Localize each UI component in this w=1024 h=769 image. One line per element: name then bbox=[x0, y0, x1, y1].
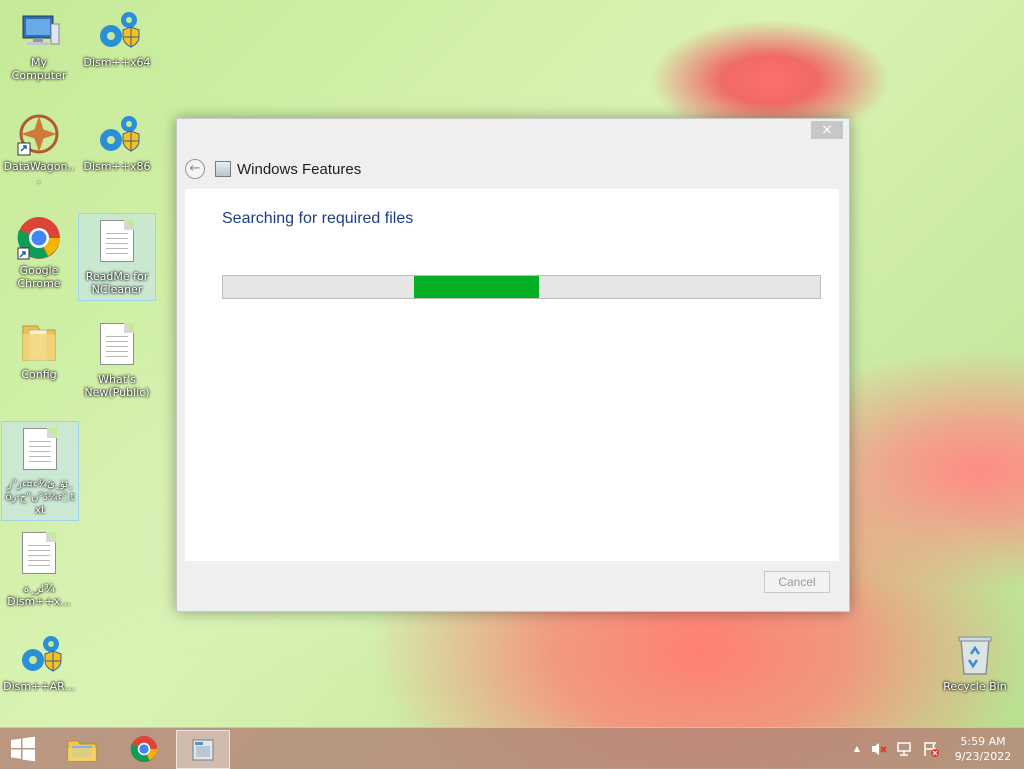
status-message: Searching for required files bbox=[222, 210, 414, 227]
desktop-icon-label: Dism++x64 bbox=[83, 56, 151, 69]
desktop-icon-dism-ar[interactable]: Dism++AR... bbox=[1, 624, 77, 710]
datawagon-icon bbox=[15, 110, 63, 158]
text-file-icon bbox=[16, 428, 64, 476]
start-button[interactable] bbox=[0, 730, 46, 767]
desktop-icon-text-file[interactable]: ئۈ¸ئ¾ء¤ءز°ر¸ôء¼ڈ°ن°ح·ز°ِ.txt bbox=[1, 421, 79, 521]
clock-time: 5:59 AM bbox=[960, 734, 1006, 748]
progress-bar bbox=[222, 275, 821, 299]
text-file-icon bbox=[15, 532, 63, 580]
folder-icon bbox=[15, 318, 63, 366]
desktop-icon-label: What's New(Public) bbox=[84, 373, 150, 399]
gear-shield-icon bbox=[15, 630, 63, 678]
desktop-icon-label: Dism++AR... bbox=[3, 680, 75, 693]
desktop-icon-dism-x86[interactable]: Dism++x86 bbox=[79, 104, 155, 190]
show-hidden-icons-button[interactable]: ▲ bbox=[854, 744, 860, 753]
computer-icon bbox=[15, 6, 63, 54]
desktop-icon-dism-text[interactable]: ئر¸ہ¾ Dism++x... bbox=[1, 526, 77, 612]
windows-features-icon bbox=[215, 161, 231, 177]
system-tray: ▲ 5:59 AM 9/23/2022 bbox=[854, 728, 1024, 769]
desktop-icon-label: Recycle Bin bbox=[943, 680, 1007, 693]
desktop-icon-label: ئر¸ہ¾ Dism++x... bbox=[7, 582, 71, 608]
desktop-icon-google-chrome[interactable]: Google Chrome bbox=[1, 208, 77, 294]
text-file-icon bbox=[93, 323, 141, 371]
gear-shield-icon bbox=[93, 6, 141, 54]
clock-date: 9/23/2022 bbox=[954, 749, 1012, 763]
desktop-icon-label: DataWagon... bbox=[3, 160, 75, 186]
desktop-icon-whats-new[interactable]: What's New(Public) bbox=[79, 317, 155, 403]
desktop-icon-recycle-bin[interactable]: Recycle Bin bbox=[937, 624, 1013, 710]
desktop-icon-label: My Computer bbox=[11, 56, 67, 82]
windows-logo-icon bbox=[11, 736, 35, 761]
dialog-header: ← Windows Features bbox=[185, 157, 841, 181]
desktop-icon-my-computer[interactable]: My Computer bbox=[1, 0, 77, 86]
progress-bar-fill bbox=[414, 276, 540, 298]
recycle-bin-icon bbox=[951, 630, 999, 678]
desktop-icon-label: Dism++x86 bbox=[83, 160, 151, 173]
windows-features-dialog: × ← Windows Features Searching for requi… bbox=[176, 118, 850, 612]
taskbar-google-chrome[interactable] bbox=[118, 730, 170, 767]
taskbar-windows-features[interactable] bbox=[176, 730, 230, 769]
dialog-title: Windows Features bbox=[237, 160, 362, 178]
windows-features-icon bbox=[192, 739, 214, 760]
back-arrow-icon: ← bbox=[189, 161, 201, 176]
network-icon[interactable] bbox=[896, 741, 914, 757]
desktop-icon-label: ئۈ¸ئ¾ء¤ءز°ر¸ôء¼ڈ°ن°ح·ز°ِ.txt bbox=[5, 479, 75, 516]
desktop-icon-config[interactable]: Config bbox=[1, 312, 77, 398]
chrome-icon bbox=[15, 214, 63, 262]
volume-muted-icon[interactable] bbox=[870, 741, 888, 757]
close-button[interactable]: × bbox=[811, 121, 843, 139]
folder-icon bbox=[67, 740, 97, 761]
gear-shield-icon bbox=[93, 110, 141, 158]
taskbar: ▲ 5:59 AM 9/23/2022 bbox=[0, 727, 1024, 769]
action-center-flag-icon[interactable] bbox=[922, 741, 940, 757]
back-button[interactable]: ← bbox=[185, 159, 205, 179]
desktop-icon-label: Config bbox=[21, 368, 57, 381]
text-file-icon bbox=[93, 220, 141, 268]
desktop-icon-label: ReadMe for NCleaner bbox=[85, 270, 149, 296]
desktop-icon-label: Google Chrome bbox=[17, 264, 61, 290]
desktop-icon-dism-x64[interactable]: Dism++x64 bbox=[79, 0, 155, 86]
taskbar-file-explorer[interactable] bbox=[56, 730, 108, 767]
desktop-icon-datawagon[interactable]: DataWagon... bbox=[1, 104, 77, 190]
chrome-icon bbox=[130, 735, 158, 762]
close-icon: × bbox=[821, 122, 833, 138]
desktop-icon-readme-ncleaner[interactable]: ReadMe for NCleaner bbox=[78, 213, 156, 301]
clock[interactable]: 5:59 AM 9/23/2022 bbox=[950, 734, 1016, 764]
cancel-button[interactable]: Cancel bbox=[764, 571, 830, 593]
dialog-content: Searching for required files bbox=[185, 189, 839, 561]
